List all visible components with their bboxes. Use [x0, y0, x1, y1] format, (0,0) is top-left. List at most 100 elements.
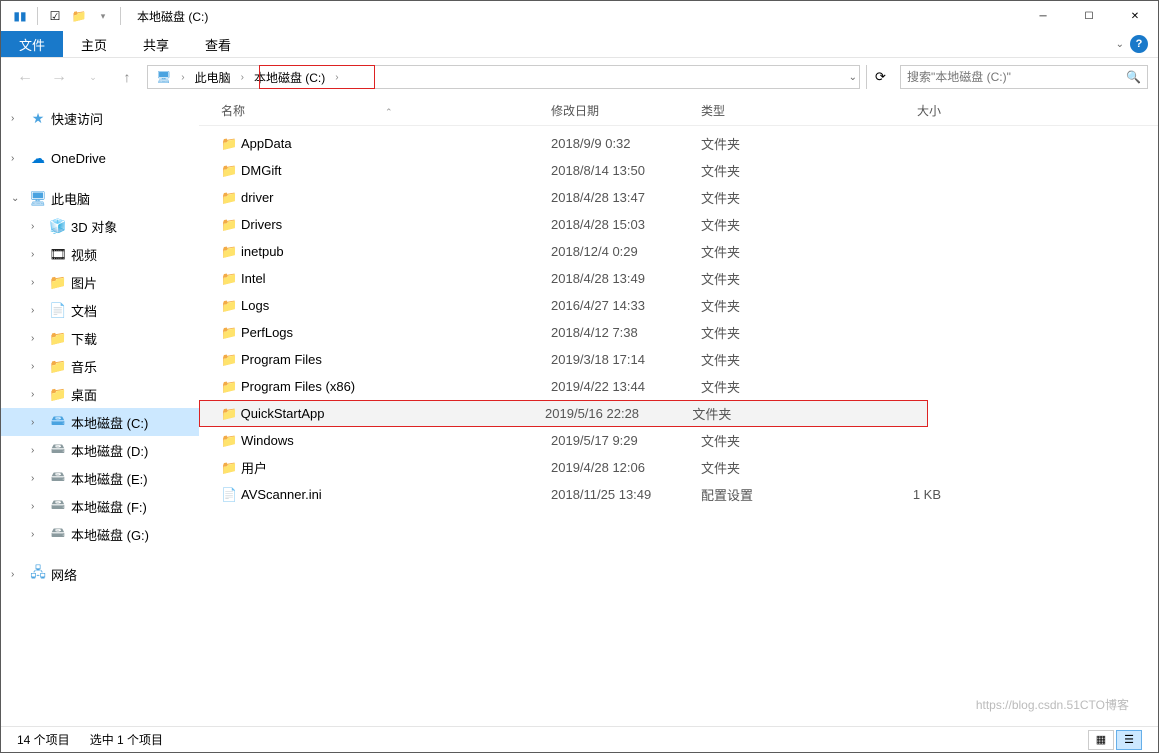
file-date: 2019/4/22 13:44 [551, 379, 701, 394]
thumbnails-view-button[interactable]: ▦ [1088, 730, 1114, 750]
breadcrumb[interactable]: 🖥 › 此电脑 › 本地磁盘 (C:) › ⌄ [147, 65, 860, 89]
search-input[interactable] [907, 70, 1126, 84]
col-type[interactable]: 类型 [701, 102, 851, 119]
col-date[interactable]: 修改日期 [551, 102, 701, 119]
col-size[interactable]: 大小 [851, 102, 941, 119]
search-box[interactable]: 🔍 [900, 65, 1148, 89]
file-name: inetpub [241, 244, 551, 259]
nav-3d-objects[interactable]: ›🧊3D 对象 [1, 212, 199, 240]
columns-header: 名称⌃ 修改日期 类型 大小 [199, 96, 1158, 126]
refresh-button[interactable]: ⟳ [866, 65, 894, 89]
selected-count: 选中 1 个项目 [90, 731, 163, 748]
file-date: 2018/11/25 13:49 [551, 487, 701, 502]
nav-onedrive[interactable]: ›☁OneDrive [1, 144, 199, 172]
file-row[interactable]: 📁DMGift2018/8/14 13:50文件夹 [199, 157, 1158, 184]
this-pc-icon[interactable]: 🖥 [150, 66, 177, 88]
maximize-button[interactable]: ☐ [1066, 1, 1112, 31]
file-row[interactable]: 📁driver2018/4/28 13:47文件夹 [199, 184, 1158, 211]
col-name[interactable]: 名称⌃ [221, 102, 551, 119]
nav-label: 本地磁盘 (E:) [71, 469, 148, 488]
breadcrumb-pc[interactable]: 此电脑 [189, 66, 237, 88]
nav-music[interactable]: ›📁音乐 [1, 352, 199, 380]
share-tab[interactable]: 共享 [125, 31, 187, 57]
file-row[interactable]: 📁QuickStartApp2019/5/16 22:28文件夹 [199, 400, 928, 427]
file-type: 文件夹 [701, 296, 851, 315]
file-name: 用户 [241, 458, 551, 477]
breadcrumb-drive[interactable]: 本地磁盘 (C:) [248, 66, 331, 88]
checkbox-icon[interactable]: ☑ [44, 5, 66, 27]
nav-label: 视频 [71, 245, 97, 264]
nav-pictures[interactable]: ›📁图片 [1, 268, 199, 296]
file-row[interactable]: 📁Intel2018/4/28 13:49文件夹 [199, 265, 1158, 292]
file-date: 2016/4/27 14:33 [551, 298, 701, 313]
file-row[interactable]: 📁PerfLogs2018/4/12 7:38文件夹 [199, 319, 1158, 346]
nav-drive-e[interactable]: ›🖴本地磁盘 (E:) [1, 464, 199, 492]
nav-drive-c[interactable]: ›🖴本地磁盘 (C:) [1, 408, 199, 436]
view-tab[interactable]: 查看 [187, 31, 249, 57]
history-dropdown-icon[interactable]: ⌄ [849, 72, 857, 83]
chevron-down-icon[interactable]: ⌄ [1116, 39, 1124, 50]
address-bar: ← → ⌄ ↑ 🖥 › 此电脑 › 本地磁盘 (C:) › ⌄ ⟳ 🔍 [1, 58, 1158, 96]
file-date: 2018/12/4 0:29 [551, 244, 701, 259]
details-view-button[interactable]: ☰ [1116, 730, 1142, 750]
file-type: 文件夹 [701, 161, 851, 180]
file-row[interactable]: 📁Windows2019/5/17 9:29文件夹 [199, 427, 1158, 454]
nav-documents[interactable]: ›📄文档 [1, 296, 199, 324]
back-button[interactable]: ← [11, 65, 39, 89]
breadcrumb-separator-icon[interactable]: › [177, 72, 188, 83]
file-row[interactable]: 📄AVScanner.ini2018/11/25 13:49配置设置1 KB [199, 481, 1158, 508]
file-date: 2018/4/28 13:49 [551, 271, 701, 286]
title-bar: ▮▮ ☑ 📁 ▾ 本地磁盘 (C:) ─ ☐ ✕ [1, 1, 1158, 31]
nav-downloads[interactable]: ›📁下载 [1, 324, 199, 352]
file-type: 文件夹 [701, 377, 851, 396]
nav-desktop[interactable]: ›📁桌面 [1, 380, 199, 408]
nav-this-pc[interactable]: ⌄🖥此电脑 [1, 184, 199, 212]
file-type: 文件夹 [701, 458, 851, 477]
folder-icon[interactable]: 📁 [68, 5, 90, 27]
breadcrumb-separator-icon[interactable]: › [331, 72, 342, 83]
file-row[interactable]: 📁inetpub2018/12/4 0:29文件夹 [199, 238, 1158, 265]
file-date: 2019/4/28 12:06 [551, 460, 701, 475]
recent-dropdown-icon[interactable]: ⌄ [79, 65, 107, 89]
file-row[interactable]: 📁AppData2018/9/9 0:32文件夹 [199, 130, 1158, 157]
file-type: 文件夹 [701, 188, 851, 207]
file-row[interactable]: 📁Program Files (x86)2019/4/22 13:44文件夹 [199, 373, 1158, 400]
nav-label: 图片 [71, 273, 97, 292]
close-button[interactable]: ✕ [1112, 1, 1158, 31]
up-button[interactable]: ↑ [113, 65, 141, 89]
file-date: 2018/4/28 15:03 [551, 217, 701, 232]
home-tab[interactable]: 主页 [63, 31, 125, 57]
nav-label: 下载 [71, 329, 97, 348]
file-name: Intel [241, 271, 551, 286]
item-count: 14 个项目 [17, 731, 70, 748]
nav-drive-d[interactable]: ›🖴本地磁盘 (D:) [1, 436, 199, 464]
app-icon[interactable]: ▮▮ [9, 5, 31, 27]
file-row[interactable]: 📁用户2019/4/28 12:06文件夹 [199, 454, 1158, 481]
nav-network[interactable]: ›🖧网络 [1, 560, 199, 588]
file-icon: 📁 [221, 460, 241, 476]
file-name: Drivers [241, 217, 551, 232]
help-icon[interactable]: ? [1130, 35, 1148, 53]
nav-drive-g[interactable]: ›🖴本地磁盘 (G:) [1, 520, 199, 548]
file-row[interactable]: 📁Logs2016/4/27 14:33文件夹 [199, 292, 1158, 319]
nav-quick-access[interactable]: ›★快速访问 [1, 104, 199, 132]
breadcrumb-separator-icon[interactable]: › [237, 72, 248, 83]
file-date: 2019/5/17 9:29 [551, 433, 701, 448]
file-icon: 📁 [221, 298, 241, 314]
nav-label: 桌面 [71, 385, 97, 404]
nav-videos[interactable]: ›🎞视频 [1, 240, 199, 268]
minimize-button[interactable]: ─ [1020, 1, 1066, 31]
nav-label: 此电脑 [51, 189, 90, 208]
nav-label: 网络 [51, 565, 77, 584]
file-tab[interactable]: 文件 [1, 31, 63, 57]
file-row[interactable]: 📁Drivers2018/4/28 15:03文件夹 [199, 211, 1158, 238]
file-icon: 📁 [221, 163, 241, 179]
content-area: ›★快速访问 ›☁OneDrive ⌄🖥此电脑 ›🧊3D 对象 ›🎞视频 ›📁图… [1, 96, 1158, 726]
qat-overflow-icon[interactable]: ▾ [92, 5, 114, 27]
search-icon[interactable]: 🔍 [1126, 70, 1141, 84]
file-type: 文件夹 [701, 350, 851, 369]
nav-drive-f[interactable]: ›🖴本地磁盘 (F:) [1, 492, 199, 520]
forward-button[interactable]: → [45, 65, 73, 89]
sort-indicator-icon: ⌃ [245, 107, 393, 117]
file-row[interactable]: 📁Program Files2019/3/18 17:14文件夹 [199, 346, 1158, 373]
